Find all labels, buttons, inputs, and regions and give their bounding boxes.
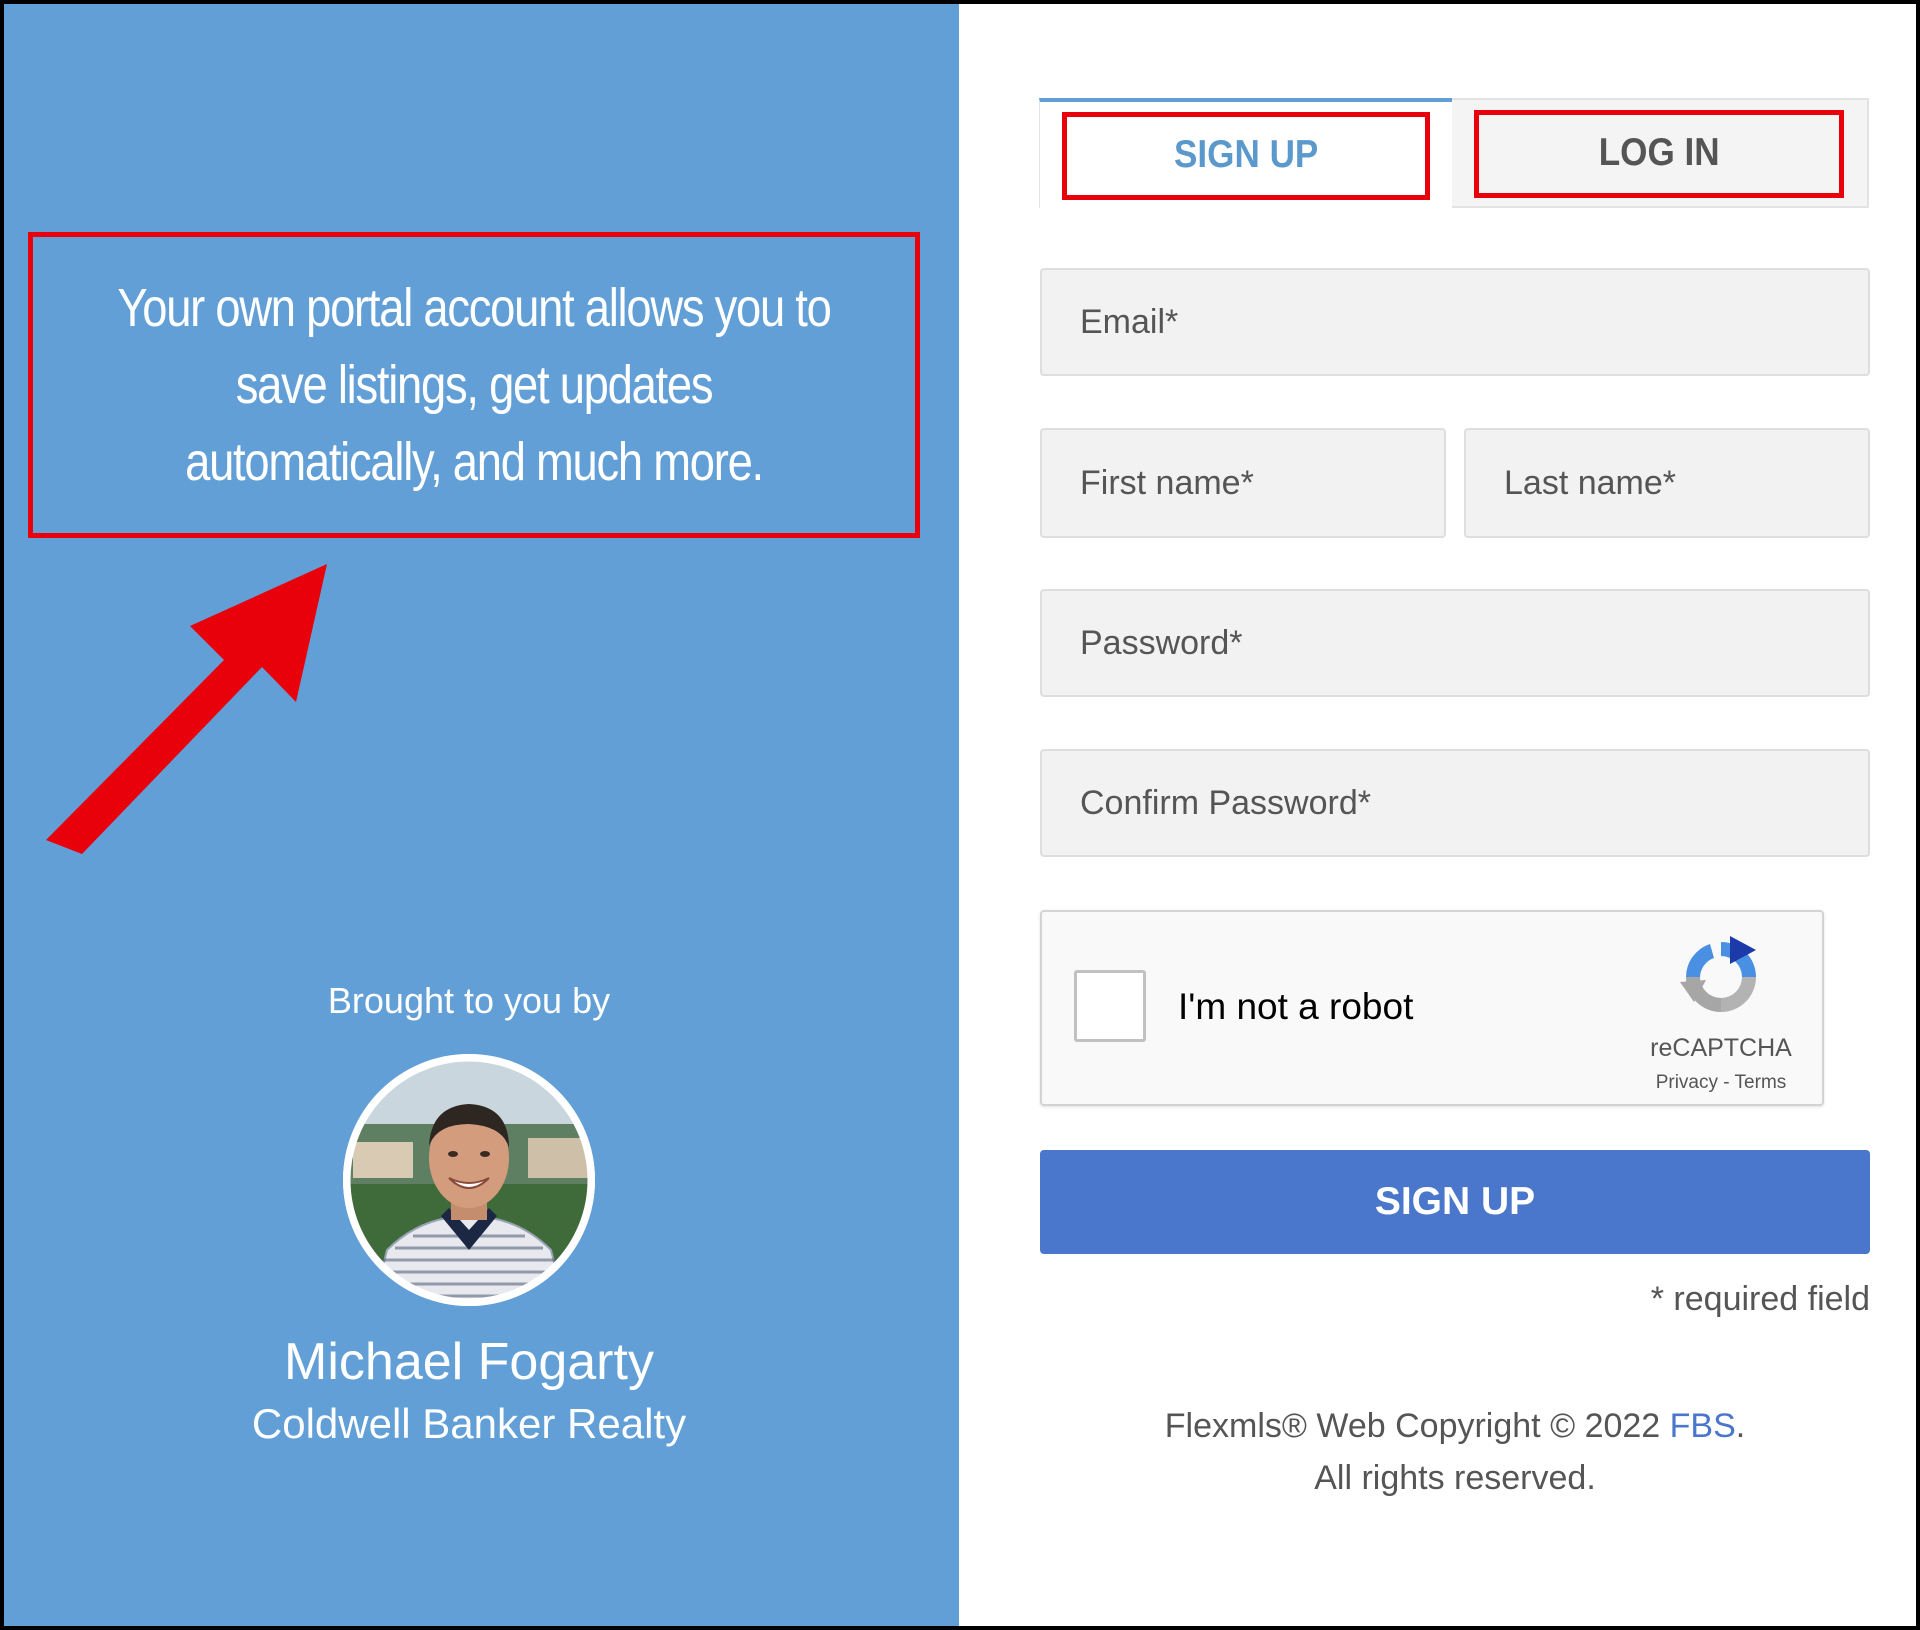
recaptcha-widget: I'm not a robot reCAPTCHA Privacy - Term… <box>1040 910 1824 1106</box>
copyright-text: Flexmls® Web Copyright © 2022 <box>1164 1407 1670 1445</box>
tab-sign-up[interactable]: SIGN UP <box>1039 98 1452 208</box>
brought-to-you-by: Brought to you by <box>327 980 611 1021</box>
sign-up-button[interactable]: SIGN UP <box>1040 1150 1870 1254</box>
recaptcha-privacy-link[interactable]: Privacy <box>1656 1072 1718 1093</box>
agent-name: Michael Fogarty <box>284 1333 654 1391</box>
email-field[interactable] <box>1040 268 1870 376</box>
password-field[interactable] <box>1040 589 1870 697</box>
tab-sign-up-label: SIGN UP <box>1173 133 1319 176</box>
recaptcha-icon <box>1680 936 1756 1012</box>
avatar <box>343 1054 595 1306</box>
agent-photo-icon <box>343 1054 595 1306</box>
agent-company: Coldwell Banker Realty <box>251 1400 687 1447</box>
confirm-password-field[interactable] <box>1040 749 1870 857</box>
recaptcha-links: Privacy - Terms <box>1630 1072 1812 1094</box>
copyright-period: . <box>1735 1407 1746 1445</box>
recaptcha-brand: reCAPTCHA <box>1650 1034 1792 1062</box>
first-name-field[interactable] <box>1040 428 1446 538</box>
page-frame: Your own portal account allows you to sa… <box>0 0 1920 1630</box>
required-field-note: * required field <box>1650 1280 1870 1318</box>
copyright-line: Flexmls® Web Copyright © 2022 FBS. <box>1040 1400 1870 1452</box>
recaptcha-terms-link[interactable]: Terms <box>1735 1072 1787 1093</box>
recaptcha-separator: - <box>1723 1072 1730 1093</box>
tab-log-in-label: LOG IN <box>1599 131 1720 174</box>
tab-log-in[interactable]: LOG IN <box>1452 98 1869 208</box>
fbs-link[interactable]: FBS <box>1670 1407 1736 1445</box>
recaptcha-checkbox[interactable] <box>1074 970 1146 1042</box>
recaptcha-label: I'm not a robot <box>1178 986 1414 1027</box>
last-name-field[interactable] <box>1464 428 1870 538</box>
rights-reserved: All rights reserved. <box>1314 1459 1596 1497</box>
arrow-icon <box>46 564 327 854</box>
footer-copyright: Flexmls® Web Copyright © 2022 FBS. All r… <box>1040 1400 1870 1504</box>
promo-panel: Your own portal account allows you to sa… <box>4 4 959 1626</box>
tagline-highlight-box: Your own portal account allows you to sa… <box>28 232 920 538</box>
promo-tagline: Your own portal account allows you to sa… <box>117 277 831 492</box>
auth-tabs: SIGN UP LOG IN <box>1039 98 1869 208</box>
